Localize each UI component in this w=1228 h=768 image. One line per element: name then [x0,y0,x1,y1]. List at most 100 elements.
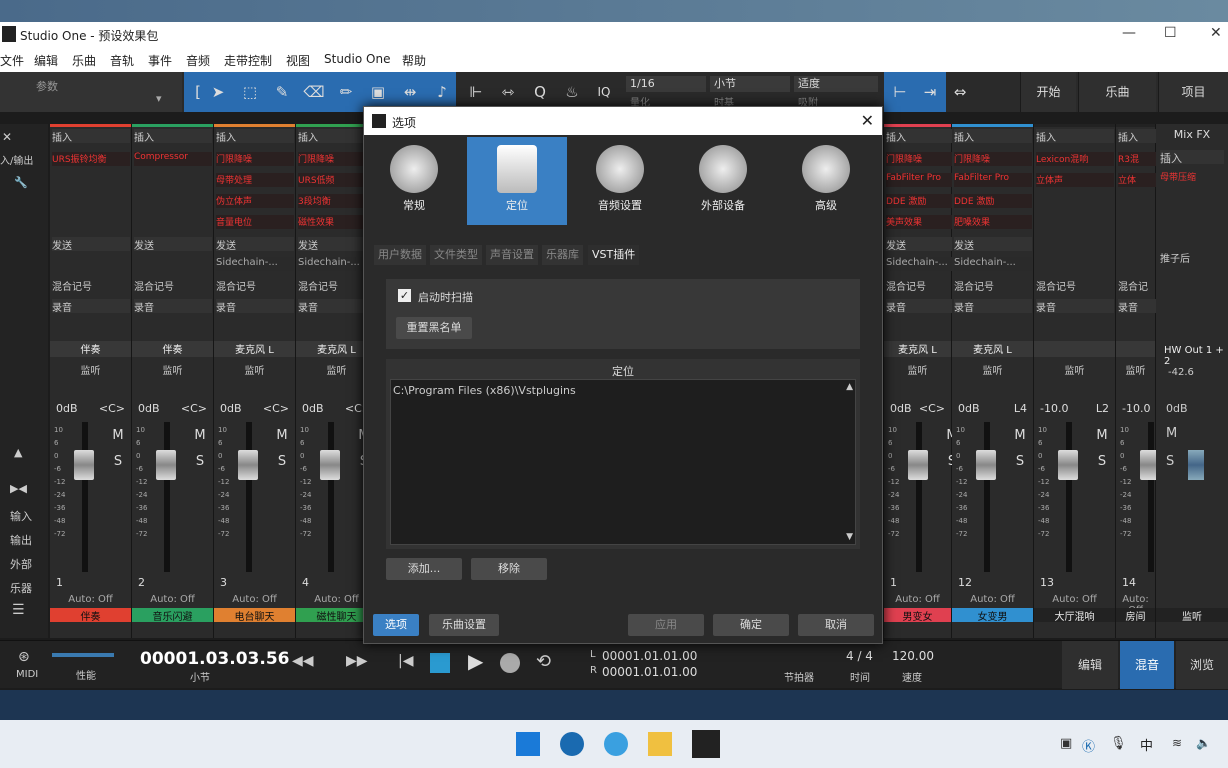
split-tool-icon[interactable]: ✎ [270,80,294,104]
play-button[interactable]: ▶ [468,649,483,673]
iq-icon[interactable]: IQ [592,80,616,104]
footer-options-button[interactable]: 选项 [373,614,419,636]
menu-event[interactable]: 事件 [148,52,172,69]
range-tool-icon[interactable]: ⬚ [238,80,262,104]
insert-slot[interactable]: 肥嗓效果 [954,215,1032,229]
nav-song-button[interactable]: 乐曲 [1078,72,1156,112]
loop-end[interactable]: 00001.01.01.00 [602,665,697,679]
insert-slot[interactable]: 门限降噪 [216,152,294,166]
solo-button[interactable]: S [272,452,292,472]
category-advanced[interactable]: 高级 [776,137,876,225]
fader-cap[interactable] [1058,450,1078,480]
tab-sound-sets[interactable]: 声音设置 [486,245,538,265]
menu-view[interactable]: 视图 [286,52,310,69]
windows-start-icon[interactable] [516,732,540,756]
record-slot[interactable]: 录音 [216,299,294,314]
monitor-label[interactable]: 监听 [50,362,131,377]
ok-button[interactable]: 确定 [713,614,789,636]
mute-button[interactable]: M [108,426,128,446]
tab-user-data[interactable]: 用户数据 [374,245,426,265]
reset-blacklist-button[interactable]: 重置黑名单 [396,317,472,339]
volume-value[interactable]: 0dB [56,402,78,415]
input-name[interactable]: 伴奏 [50,341,131,357]
insert-slot[interactable]: FabFilter Pro [954,173,1032,187]
path-list[interactable]: C:\Program Files (x86)\Vstplugins ▲ ▼ [390,379,856,545]
chevron-down-icon[interactable]: ▾ [156,92,162,105]
listen-tool-icon[interactable]: ♪ [430,80,454,104]
menu-file[interactable]: 文件 [0,52,24,69]
automation-mode[interactable]: Auto: Off [884,594,951,605]
pan-value[interactable]: <C> [181,402,207,415]
browser-icon[interactable] [604,732,628,756]
record-button[interactable] [500,653,520,673]
channel-label[interactable]: 大厅混响 [1034,608,1115,623]
snap-left-icon[interactable]: ⊢ [888,80,912,104]
insert-slot[interactable]: Compressor [134,152,212,166]
kugou-icon[interactable] [560,732,584,756]
insert-slot[interactable]: 母带处理 [216,173,294,187]
eraser-tool-icon[interactable]: ⌫ [302,80,326,104]
pan-value[interactable]: L4 [1014,402,1027,415]
send-header[interactable]: 发送 [954,237,1032,252]
view-browse-button[interactable]: 浏览 [1176,641,1228,689]
pan-value[interactable]: <C> [263,402,289,415]
insert-slot[interactable]: Lexicon混响 [1036,152,1114,166]
automation-mode[interactable]: Auto: Off [1034,594,1115,605]
nav-project-button[interactable]: 项目 [1158,72,1228,112]
forward-icon[interactable]: ▶▶ [346,653,368,669]
close-panel-icon[interactable]: ✕ [2,130,12,144]
apply-button[interactable]: 应用 [628,614,704,636]
channel-label[interactable]: 房间 [1116,608,1155,623]
wrench-icon[interactable]: 🔧 [14,176,28,189]
volume-icon[interactable]: 🔈 [1196,736,1211,750]
automation-mode[interactable]: Auto: Off [50,594,131,605]
cursor-follow-icon[interactable]: ⇔ [948,80,972,104]
insert-slot[interactable]: 伪立体声 [216,194,294,208]
stop-button[interactable] [430,653,450,673]
time-signature[interactable]: 4 / 4 [846,649,873,663]
tab-instrument-library[interactable]: 乐器库 [542,245,583,265]
view-edit-button[interactable]: 编辑 [1062,641,1118,689]
volume-value[interactable]: 0dB [138,402,160,415]
paint-tool-icon[interactable]: ▣ [366,80,390,104]
insert-header[interactable]: 插入 [134,129,212,144]
tray-kugou-icon[interactable]: Ⓚ [1082,736,1095,755]
close-icon[interactable]: ✕ [1210,25,1222,41]
record-slot[interactable]: 录音 [954,299,1032,314]
snap-select[interactable]: 适度 [794,76,878,92]
loop-icon[interactable]: ⟲ [536,651,551,672]
fader-cap[interactable] [320,450,340,480]
panel-external[interactable]: 外部 [10,556,32,572]
category-locations[interactable]: 定位 [467,137,567,225]
insert-slot[interactable]: 音量电位 [216,215,294,229]
mixfx-solo[interactable]: S [1166,454,1174,469]
timebase-select[interactable]: 小节 [710,76,790,92]
send-header[interactable]: 发送 [52,237,130,252]
pan-value[interactable]: L2 [1096,402,1109,415]
sidechain-slot[interactable]: Sidechain-... [954,257,1032,271]
record-slot[interactable]: 录音 [52,299,130,314]
scan-checkbox[interactable]: ✓ [398,289,411,302]
nav-start-button[interactable]: 开始 [1020,72,1076,112]
remove-path-button[interactable]: 移除 [471,558,547,580]
volume-value[interactable]: 0dB [220,402,242,415]
channel-label[interactable]: 伴奏 [50,608,131,623]
solo-button[interactable]: S [1010,452,1030,472]
menu-studio-one[interactable]: Studio One [324,52,390,66]
monitor-label[interactable]: 监听 [1116,362,1155,377]
snap-right-icon[interactable]: ⇥ [918,80,942,104]
pan-value[interactable]: <C> [99,402,125,415]
list-icon[interactable]: ☰ [12,602,25,618]
fader-cap[interactable] [74,450,94,480]
insert-header[interactable]: 插入 [1036,129,1114,144]
insert-slot[interactable]: DDE 激励 [954,194,1032,208]
input-name[interactable]: 麦克风 L [214,341,295,357]
rewind-icon[interactable]: ◀◀ [292,653,314,669]
fader-cap[interactable] [156,450,176,480]
quantize-q-icon[interactable]: Q [528,80,552,104]
channel-label[interactable]: 音乐闪避 [132,608,213,623]
tray-app-icon[interactable]: ▣ [1060,736,1072,751]
path-item[interactable]: C:\Program Files (x86)\Vstplugins [393,384,576,397]
mute-button[interactable]: M [190,426,210,446]
category-audio-setup[interactable]: 音频设置 [570,137,670,225]
